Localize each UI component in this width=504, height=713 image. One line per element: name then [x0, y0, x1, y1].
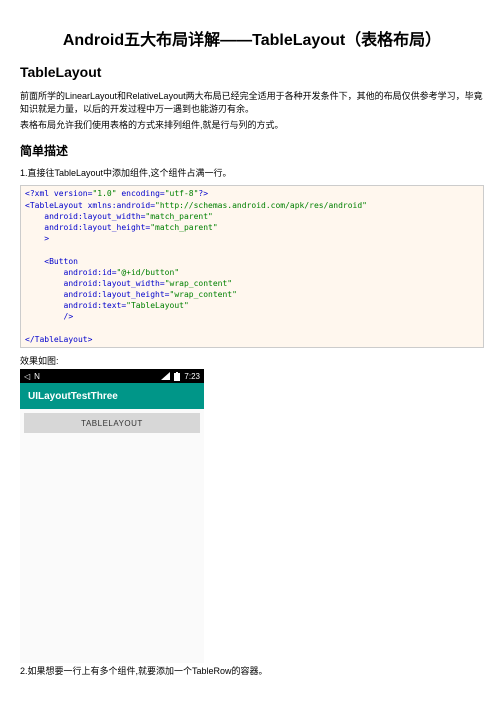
app-body: TABLELAYOUT — [20, 409, 204, 663]
tablelayout-button[interactable]: TABLELAYOUT — [24, 413, 200, 433]
code-block: <?xml version="1.0" encoding="utf-8"?> <… — [20, 185, 484, 348]
point-2: 2.如果想要一行上有多个组件,就要添加一个TableRow的容器。 — [20, 665, 484, 678]
intro-paragraph-2: 表格布局允许我们使用表格的方式来排列组件,就是行与列的方式。 — [20, 119, 484, 132]
emulator-screenshot: ◁ N 7:23 UILayoutTestThree TABLELAYOUT — [20, 369, 204, 663]
result-label: 效果如图: — [20, 354, 484, 367]
section-heading: TableLayout — [20, 64, 484, 80]
nav-indicator-icon: ◁ — [24, 372, 30, 381]
status-bar: ◁ N 7:23 — [20, 369, 204, 383]
app-bar: UILayoutTestThree — [20, 383, 204, 409]
battery-icon — [174, 372, 180, 381]
status-letter: N — [34, 372, 40, 381]
signal-icon — [161, 372, 170, 380]
app-title: UILayoutTestThree — [28, 391, 118, 402]
page-title: Android五大布局详解——TableLayout（表格布局） — [20, 26, 484, 50]
subsection-heading: 简单描述 — [20, 142, 484, 159]
point-1: 1.直接往TableLayout中添加组件,这个组件占满一行。 — [20, 167, 484, 180]
intro-paragraph-1: 前面所学的LinearLayout和RelativeLayout两大布局已经完全… — [20, 90, 484, 115]
status-time: 7:23 — [184, 372, 200, 381]
